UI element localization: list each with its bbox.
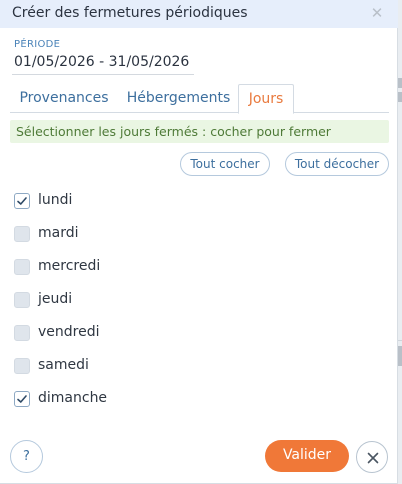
info-text: Sélectionner les jours fermés : cocher p… bbox=[16, 124, 331, 139]
check-icon bbox=[17, 197, 27, 205]
day-label: lundi bbox=[38, 192, 73, 208]
dialog-title: Créer des fermetures périodiques bbox=[12, 5, 248, 21]
submit-button[interactable]: Valider bbox=[265, 440, 349, 472]
day-checkbox[interactable] bbox=[14, 226, 30, 242]
day-checkbox[interactable] bbox=[14, 292, 30, 308]
close-button[interactable] bbox=[356, 441, 388, 473]
check-all-button[interactable]: Tout cocher bbox=[180, 152, 270, 176]
day-checkbox[interactable] bbox=[14, 259, 30, 275]
close-icon bbox=[367, 452, 379, 464]
day-label: mardi bbox=[38, 225, 79, 241]
dialog-title-bar: Créer des fermetures périodiques ✕ bbox=[0, 0, 398, 28]
tab-jours[interactable]: Jours bbox=[238, 84, 294, 114]
info-banner: Sélectionner les jours fermés : cocher p… bbox=[10, 120, 389, 143]
tab-bar: Provenances Hébergements Jours bbox=[10, 84, 389, 114]
tab-hebergements[interactable]: Hébergements bbox=[120, 84, 237, 113]
periode-label: PÉRIODE bbox=[14, 39, 61, 50]
close-icon[interactable]: ✕ bbox=[368, 4, 386, 22]
day-label: dimanche bbox=[38, 390, 108, 406]
periode-field-underline bbox=[12, 74, 194, 75]
day-label: vendredi bbox=[38, 324, 100, 340]
day-label: mercredi bbox=[38, 258, 101, 274]
tab-provenances[interactable]: Provenances bbox=[12, 84, 116, 113]
day-checkbox[interactable] bbox=[14, 358, 30, 374]
day-label: samedi bbox=[38, 357, 89, 373]
day-label: jeudi bbox=[38, 291, 73, 307]
uncheck-all-button[interactable]: Tout décocher bbox=[285, 152, 389, 176]
periode-field[interactable]: 01/05/2026 - 31/05/2026 bbox=[14, 54, 189, 70]
check-icon bbox=[17, 395, 27, 403]
day-checkbox[interactable] bbox=[14, 193, 30, 209]
day-checkbox[interactable] bbox=[14, 325, 30, 341]
help-button[interactable]: ? bbox=[10, 440, 43, 473]
periodic-closures-dialog: Créer des fermetures périodiques ✕ PÉRIO… bbox=[0, 0, 398, 484]
day-checkbox[interactable] bbox=[14, 391, 30, 407]
